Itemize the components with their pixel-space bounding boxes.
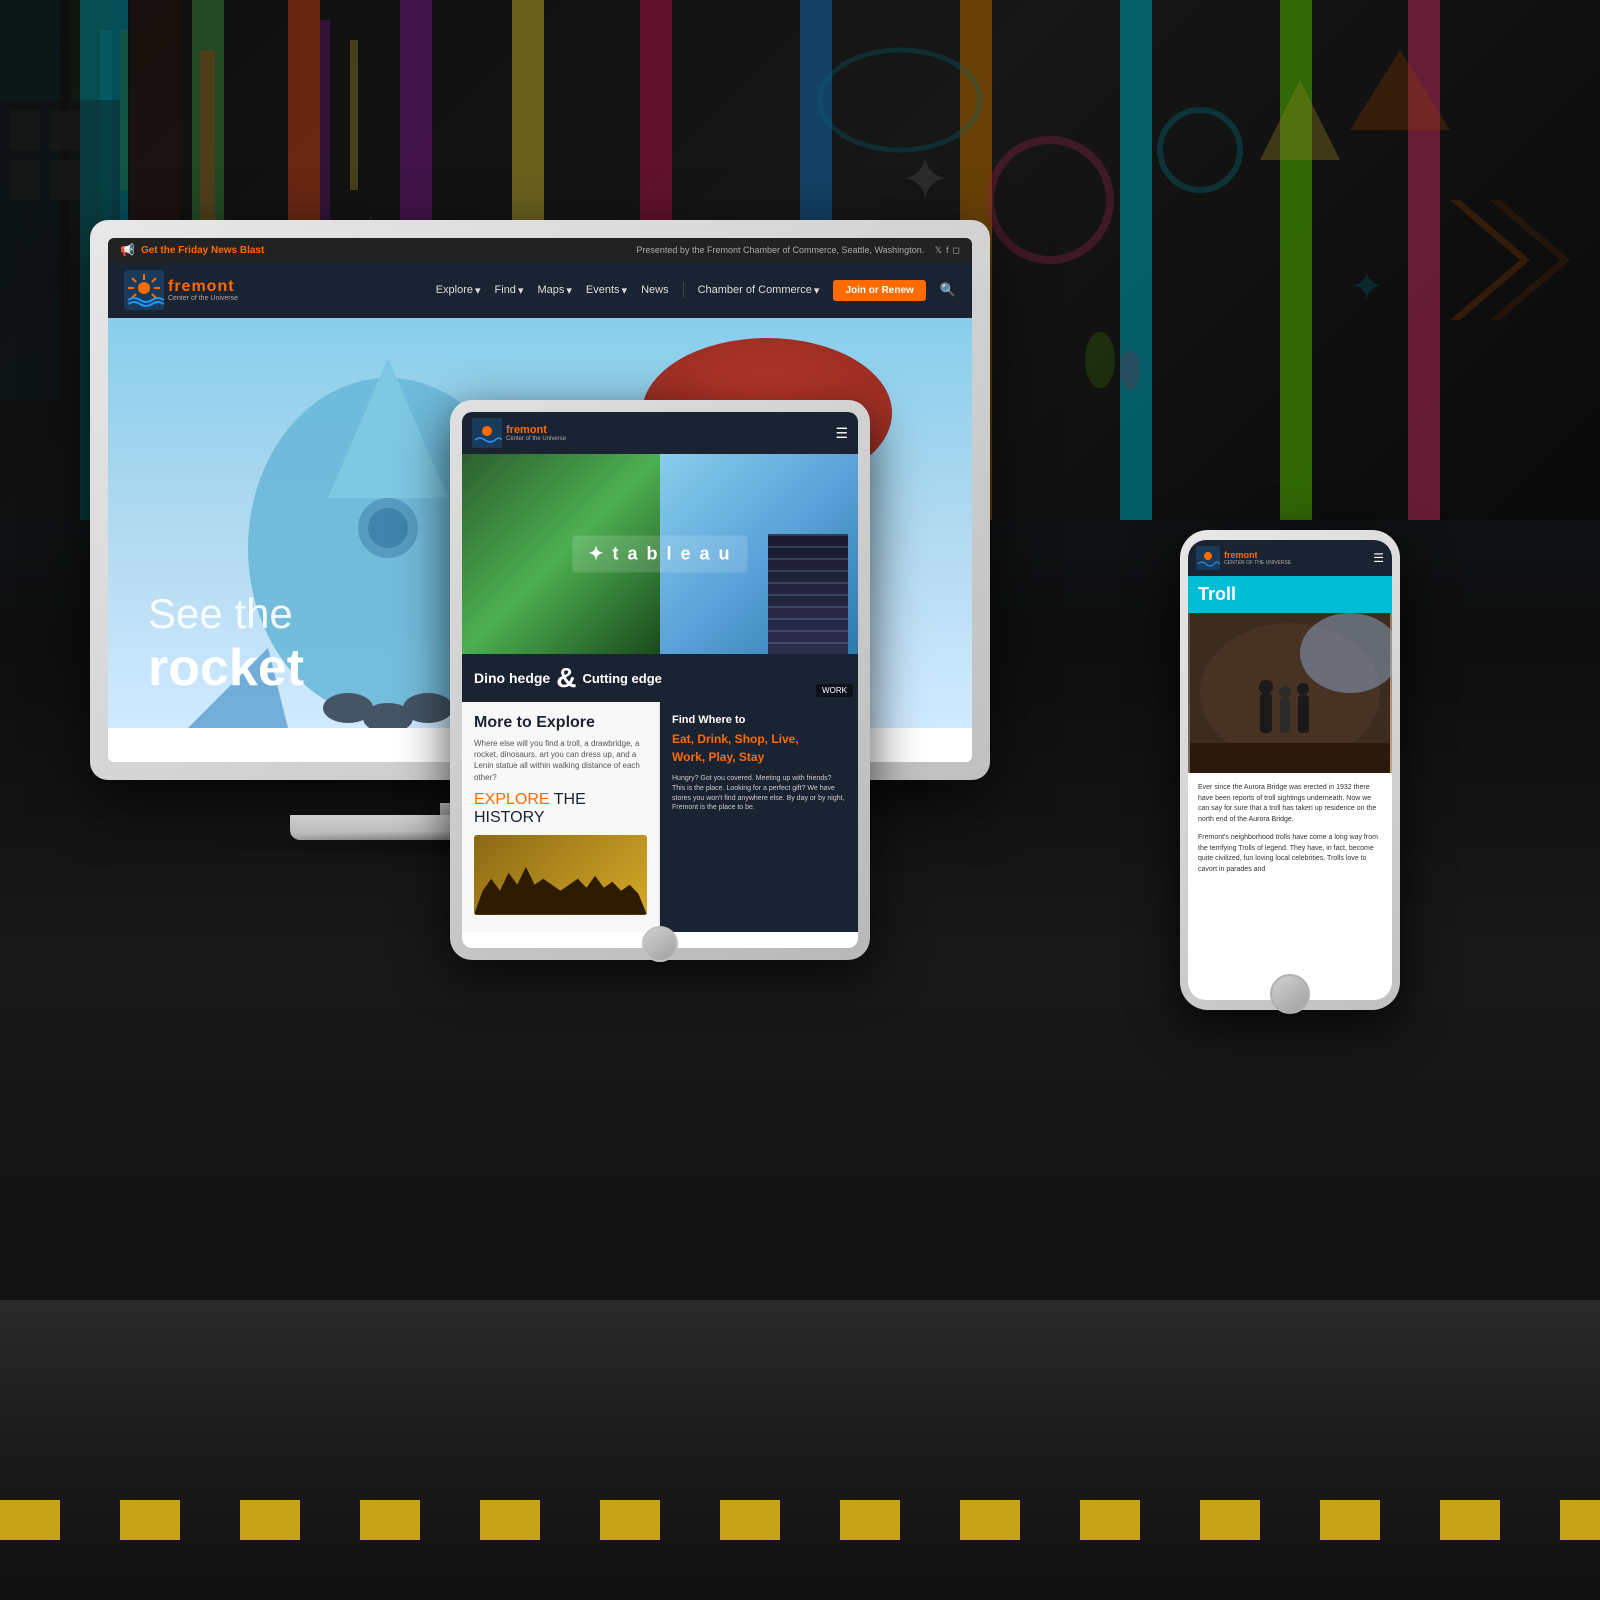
nav-divider xyxy=(683,282,684,298)
logo-subtitle: Center of the Universe xyxy=(168,295,238,302)
find-links: Eat, Drink, Shop, Live, Work, Play, Stay xyxy=(672,730,846,766)
nav-chamber[interactable]: Chamber of Commerce ▾ xyxy=(698,284,820,297)
phone-frame: fremont CENTER OF THE UNIVERSE ☰ Troll xyxy=(1180,530,1400,1010)
tablet-hero-image: ✦ t a b l e a u xyxy=(462,454,858,654)
explore-title: More to Explore xyxy=(474,714,647,732)
phone-content: Ever since the Aurora Bridge was erected… xyxy=(1188,773,1392,885)
laptop-navbar: fremont Center of the Universe Explore ▾… xyxy=(108,262,972,318)
chevron-icon: ▾ xyxy=(622,284,628,297)
nav-explore[interactable]: Explore ▾ xyxy=(436,284,481,297)
social-icons: 𝕏 f ◻ xyxy=(935,245,960,256)
nav-find[interactable]: Find ▾ xyxy=(495,284,524,297)
chevron-icon: ▾ xyxy=(475,284,481,297)
phone-home-button[interactable] xyxy=(1270,974,1310,1014)
phone-troll-heading: Troll xyxy=(1198,584,1236,604)
join-renew-button[interactable]: Join or Renew xyxy=(833,280,925,301)
tablet-logo-text: fremont Center of the Universe xyxy=(506,424,566,442)
announcement-right: Presented by the Fremont Chamber of Comm… xyxy=(636,245,960,256)
street xyxy=(0,1300,1600,1600)
ampersand-symbol: & xyxy=(556,662,576,694)
tablet-menu-icon[interactable]: ☰ xyxy=(835,425,848,442)
phone-logo-name: fremont xyxy=(1224,550,1291,560)
chevron-icon: ▾ xyxy=(566,284,572,297)
explore-description: Where else will you find a troll, a draw… xyxy=(474,738,647,783)
hero-text-overlay: See the rocket xyxy=(148,590,304,698)
chevron-icon: ▾ xyxy=(518,284,524,297)
announcement-link[interactable]: Get the Friday News Blast xyxy=(141,245,264,256)
tablet-logo-name: fremont xyxy=(506,424,566,436)
hero-see-label: See the xyxy=(148,590,293,637)
phone-screen: fremont CENTER OF THE UNIVERSE ☰ Troll xyxy=(1188,540,1392,1000)
tablet-caption: Dino hedge & Cutting edge WORK xyxy=(462,654,858,702)
tablet-logo-area: fremont Center of the Universe xyxy=(472,418,566,448)
tablet-device: fremont Center of the Universe ☰ ✦ t a b… xyxy=(450,400,870,960)
tablet-logo-subtitle: Center of the Universe xyxy=(506,436,566,442)
nav-items: Explore ▾ Find ▾ Maps ▾ Events ▾ News Ch… xyxy=(436,280,956,301)
tablet-explore-section: More to Explore Where else will you find… xyxy=(462,702,660,932)
twitter-icon[interactable]: 𝕏 xyxy=(935,245,942,256)
phone-content-para1: Ever since the Aurora Bridge was erected… xyxy=(1198,783,1382,825)
phone-logo-subtitle: CENTER OF THE UNIVERSE xyxy=(1224,560,1291,566)
work-badge: WORK xyxy=(816,684,853,697)
find-title: Find Where to xyxy=(672,714,846,726)
phone-topbar: fremont CENTER OF THE UNIVERSE ☰ xyxy=(1188,540,1392,576)
gasworks-silhouette xyxy=(474,855,647,915)
tablet-find-section: Find Where to Eat, Drink, Shop, Live, Wo… xyxy=(660,702,858,932)
tableau-text: ✦ t a b l e a u xyxy=(588,544,731,564)
tablet-logo-icon xyxy=(472,418,502,448)
facebook-icon[interactable]: f xyxy=(946,245,949,256)
hero-see-text: See the rocket xyxy=(148,590,304,698)
phone-troll-bar: Troll xyxy=(1188,576,1392,613)
nav-maps[interactable]: Maps ▾ xyxy=(537,284,571,297)
instagram-icon[interactable]: ◻ xyxy=(953,245,960,256)
announcement-bar: 📢 Get the Friday News Blast Presented by… xyxy=(108,238,972,262)
phone-menu-icon[interactable]: ☰ xyxy=(1373,551,1384,565)
tablet-topbar: fremont Center of the Universe ☰ xyxy=(462,412,858,454)
search-icon[interactable]: 🔍 xyxy=(940,282,956,298)
tablet-home-button[interactable] xyxy=(642,926,678,962)
gasworks-image xyxy=(474,835,647,915)
phone-logo-icon xyxy=(1196,546,1220,570)
laptop-logo: fremont Center of the Universe xyxy=(124,270,238,310)
phone-logo-area: fremont CENTER OF THE UNIVERSE xyxy=(1196,546,1291,570)
logo-fremont-name: fremont xyxy=(168,279,238,295)
tableau-badge: ✦ t a b l e a u xyxy=(572,536,747,573)
tablet-frame: fremont Center of the Universe ☰ ✦ t a b… xyxy=(450,400,870,960)
phone-logo-text: fremont CENTER OF THE UNIVERSE xyxy=(1224,550,1291,566)
building-windows xyxy=(768,534,848,654)
road-lines-1 xyxy=(0,1500,1600,1520)
phone-content-para2: Fremont's neighborhood trolls have come … xyxy=(1198,833,1382,875)
announcement-left: 📢 Get the Friday News Blast xyxy=(120,243,264,257)
hero-rocket-label: rocket xyxy=(148,638,304,698)
tablet-dino-hedge: Dino hedge xyxy=(474,670,550,686)
road-lines-2 xyxy=(0,1520,1600,1540)
megaphone-icon: 📢 xyxy=(120,243,135,257)
explore-link[interactable]: EXPLORE THE HISTORY xyxy=(474,791,647,827)
tablet-lower: More to Explore Where else will you find… xyxy=(462,702,858,932)
find-description: Hungry? Got you covered. Meeting up with… xyxy=(672,774,846,813)
tablet-screen: fremont Center of the Universe ☰ ✦ t a b… xyxy=(462,412,858,948)
phone-device: fremont CENTER OF THE UNIVERSE ☰ Troll xyxy=(1180,530,1400,1010)
logo-icon xyxy=(124,270,164,310)
building-shape xyxy=(768,534,848,654)
explore-link-explore: EXPLORE xyxy=(474,791,550,808)
nav-events[interactable]: Events ▾ xyxy=(586,284,627,297)
tablet-cutting-edge: Cutting edge xyxy=(582,671,661,686)
nav-news[interactable]: News xyxy=(641,284,669,296)
logo-text-area: fremont Center of the Universe xyxy=(168,279,238,302)
chevron-icon: ▾ xyxy=(814,284,820,297)
phone-hero-image xyxy=(1188,613,1392,773)
